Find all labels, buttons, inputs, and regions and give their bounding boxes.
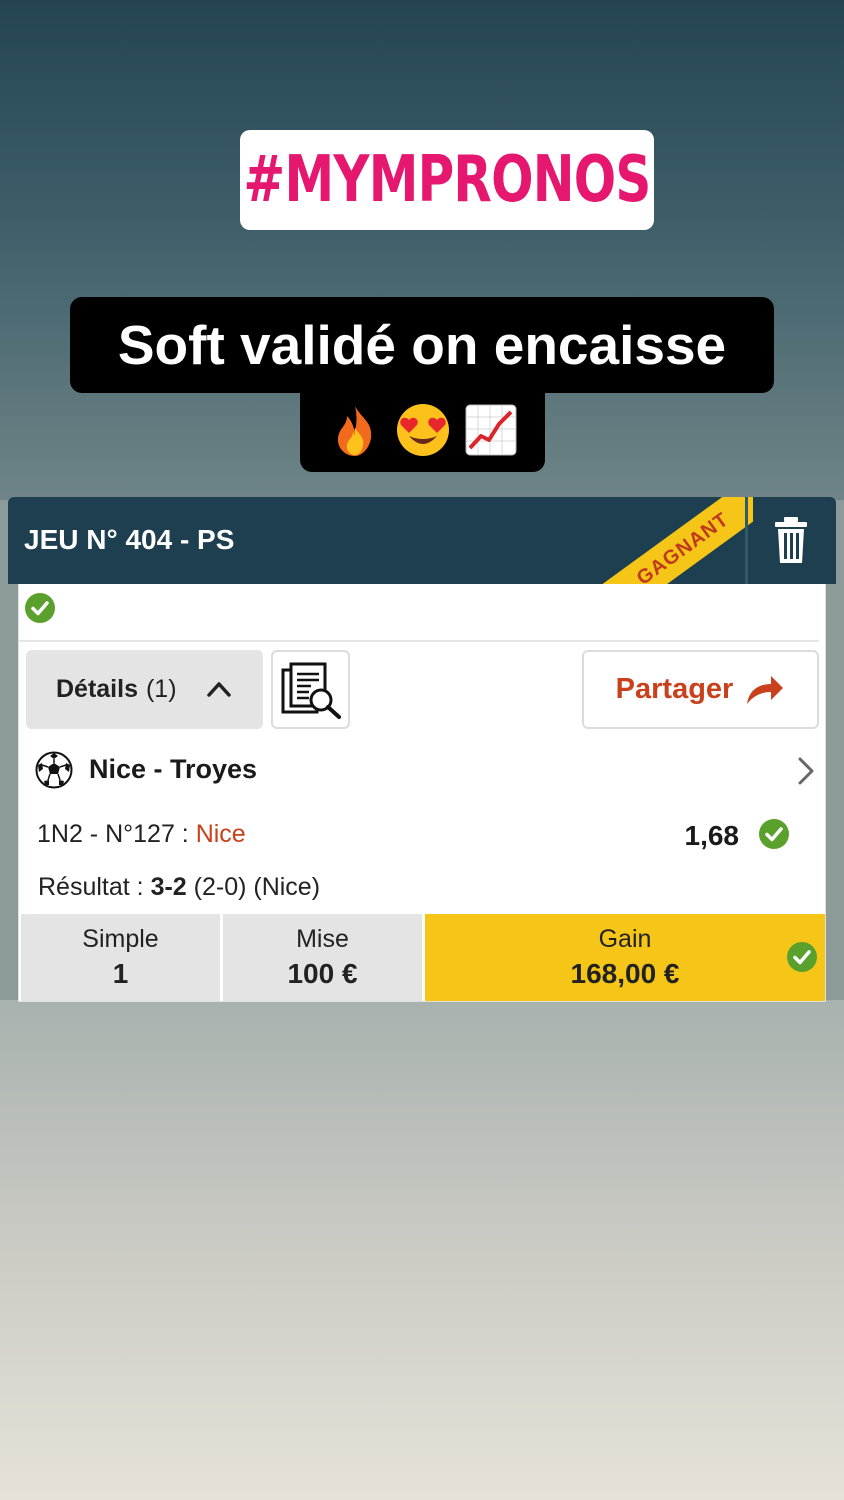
bet-market: 1N2 - N°127 : xyxy=(37,820,196,848)
bet-odds: 1,68 xyxy=(684,820,740,851)
chart-increasing-emoji-icon xyxy=(463,402,519,458)
stake-cell: Mise 100 € xyxy=(223,914,422,1001)
share-arrow-icon xyxy=(747,675,784,704)
result-score: 3-2 xyxy=(150,873,187,901)
result-details: (2-0) (Nice) xyxy=(186,873,321,901)
details-count: (1) xyxy=(145,675,177,703)
ticket-title: JEU N° 404 - PS xyxy=(24,524,235,555)
selection-won-check-icon xyxy=(759,819,789,849)
status-ribbon-container: GAGNANT xyxy=(553,497,753,584)
match-name: Nice - Troyes xyxy=(89,754,258,784)
gain-label: Gain xyxy=(598,925,652,953)
fire-emoji-icon xyxy=(327,402,383,458)
bet-pick: Nice xyxy=(195,820,246,848)
header-divider xyxy=(745,497,748,584)
chevron-up-icon xyxy=(207,682,231,697)
document-search-icon xyxy=(281,662,341,719)
soccer-ball-icon xyxy=(35,751,73,789)
gain-check-icon xyxy=(787,942,817,972)
share-button[interactable]: Partager xyxy=(582,650,819,729)
hashtag-text: #MYMPRONOS xyxy=(243,143,651,217)
match-row[interactable]: Nice - Troyes xyxy=(35,750,815,790)
caption-emoji-row xyxy=(300,388,545,472)
ticket-summary: Simple 1 Mise 100 € Gain 168,00 € xyxy=(21,914,825,1001)
caption-text: Soft validé on encaisse xyxy=(117,314,727,376)
bet-type-cell: Simple 1 xyxy=(21,914,220,1001)
status-ribbon: GAGNANT xyxy=(574,497,753,584)
bet-selection-row: 1N2 - N°127 : Nice 1,68 xyxy=(37,819,797,852)
share-label: Partager xyxy=(615,673,734,705)
result-label: Résultat : xyxy=(38,873,151,901)
status-ribbon-label: GAGNANT xyxy=(632,507,733,584)
document-search-button[interactable] xyxy=(271,650,350,729)
story-caption[interactable]: Soft validé on encaisse xyxy=(70,297,774,393)
ticket-header: JEU N° 404 - PS GAGNANT xyxy=(8,497,836,584)
ticket-body: Détails (1) Partager Nice - Troyes 1N2 -… xyxy=(18,584,826,1002)
validated-check-icon xyxy=(25,593,55,623)
match-result: Résultat : 3-2 (2-0) (Nice) xyxy=(38,873,320,902)
stake-label: Mise xyxy=(296,925,349,953)
divider xyxy=(19,640,819,642)
story-background-bottom xyxy=(0,1000,844,1500)
details-toggle-button[interactable]: Détails (1) xyxy=(26,650,263,729)
bet-type-value: 1 xyxy=(112,958,129,989)
bet-type-label: Simple xyxy=(82,925,159,953)
gain-cell: Gain 168,00 € xyxy=(425,914,825,1001)
hashtag-sticker[interactable]: #MYMPRONOS xyxy=(240,130,654,230)
chevron-right-icon xyxy=(798,757,814,785)
heart-eyes-emoji-icon xyxy=(395,402,451,458)
trash-icon[interactable] xyxy=(773,515,809,565)
details-label: Détails xyxy=(56,675,138,703)
gain-value: 168,00 € xyxy=(570,958,680,989)
stake-value: 100 € xyxy=(287,958,358,989)
